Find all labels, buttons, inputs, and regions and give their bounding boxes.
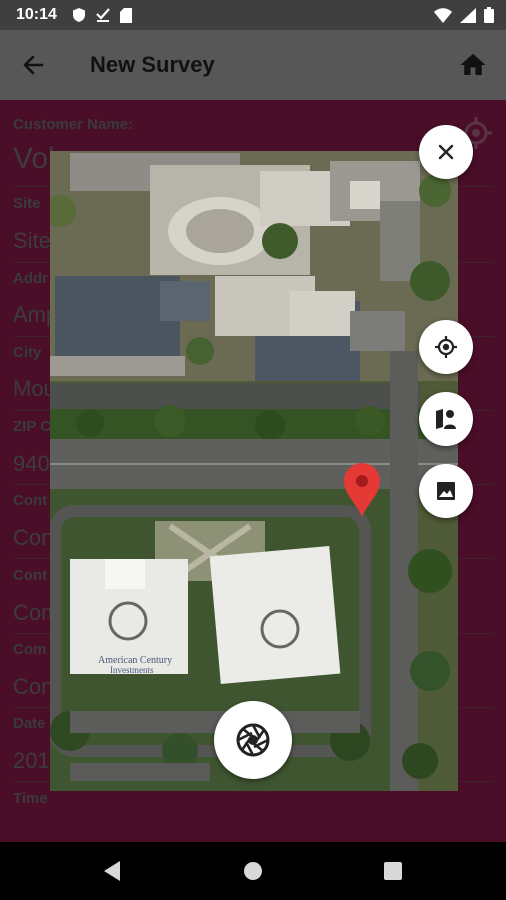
close-button[interactable] bbox=[419, 125, 473, 179]
status-bar: 10:14 bbox=[0, 0, 506, 30]
signal-icon bbox=[460, 7, 476, 23]
my-location-icon bbox=[435, 336, 457, 358]
capture-button[interactable] bbox=[214, 701, 292, 779]
shield-icon bbox=[73, 8, 85, 22]
form-value-contact[interactable]: Con bbox=[13, 525, 53, 551]
form-value-date[interactable]: 201 bbox=[13, 748, 50, 774]
form-value-zip[interactable]: 940 bbox=[13, 451, 50, 477]
battery-icon bbox=[484, 7, 494, 23]
building-sign-line2: Investments bbox=[110, 665, 154, 675]
sd-card-icon bbox=[120, 7, 132, 23]
wifi-icon bbox=[434, 7, 452, 23]
form-label-customer-name: Customer Name: bbox=[13, 116, 134, 133]
status-right-icons bbox=[434, 7, 494, 23]
pin-person-icon bbox=[436, 409, 456, 429]
close-icon bbox=[438, 144, 454, 160]
form-label-site: Site bbox=[13, 195, 41, 212]
form-value-site[interactable]: Site bbox=[13, 228, 51, 254]
nav-recents-icon[interactable] bbox=[378, 856, 408, 886]
form-label-contact: Cont bbox=[13, 492, 48, 509]
image-icon bbox=[437, 482, 455, 500]
satellite-map[interactable]: American Century Investments bbox=[50, 151, 458, 791]
form-label-company: Com bbox=[13, 641, 47, 658]
system-nav-bar bbox=[0, 842, 506, 900]
form-label-zip: ZIP C bbox=[13, 418, 52, 435]
home-icon bbox=[460, 53, 486, 75]
status-left-icons bbox=[72, 7, 132, 23]
app-bar: New Survey bbox=[0, 30, 506, 100]
form-value-company[interactable]: Con bbox=[13, 674, 53, 700]
status-time: 10:14 bbox=[16, 6, 57, 23]
form-label-date: Date bbox=[13, 715, 46, 732]
gallery-button[interactable] bbox=[419, 464, 473, 518]
page-title: New Survey bbox=[90, 52, 215, 77]
satellite-map-imagery: American Century Investments bbox=[50, 151, 458, 791]
my-location-button[interactable] bbox=[419, 320, 473, 374]
home-button[interactable] bbox=[458, 50, 488, 80]
form-label-city: City bbox=[13, 344, 42, 361]
form-label-contact-2: Cont bbox=[13, 567, 48, 584]
form-label-address: Addr bbox=[13, 270, 48, 287]
arrow-back-icon bbox=[23, 55, 44, 75]
form-label-time: Time bbox=[13, 790, 48, 807]
camera-shutter-icon bbox=[236, 723, 270, 757]
back-button[interactable] bbox=[16, 50, 52, 80]
pin-person-button[interactable] bbox=[419, 392, 473, 446]
nav-back-icon[interactable] bbox=[98, 856, 128, 886]
download-done-icon bbox=[96, 8, 110, 22]
nav-home-icon[interactable] bbox=[238, 856, 268, 886]
